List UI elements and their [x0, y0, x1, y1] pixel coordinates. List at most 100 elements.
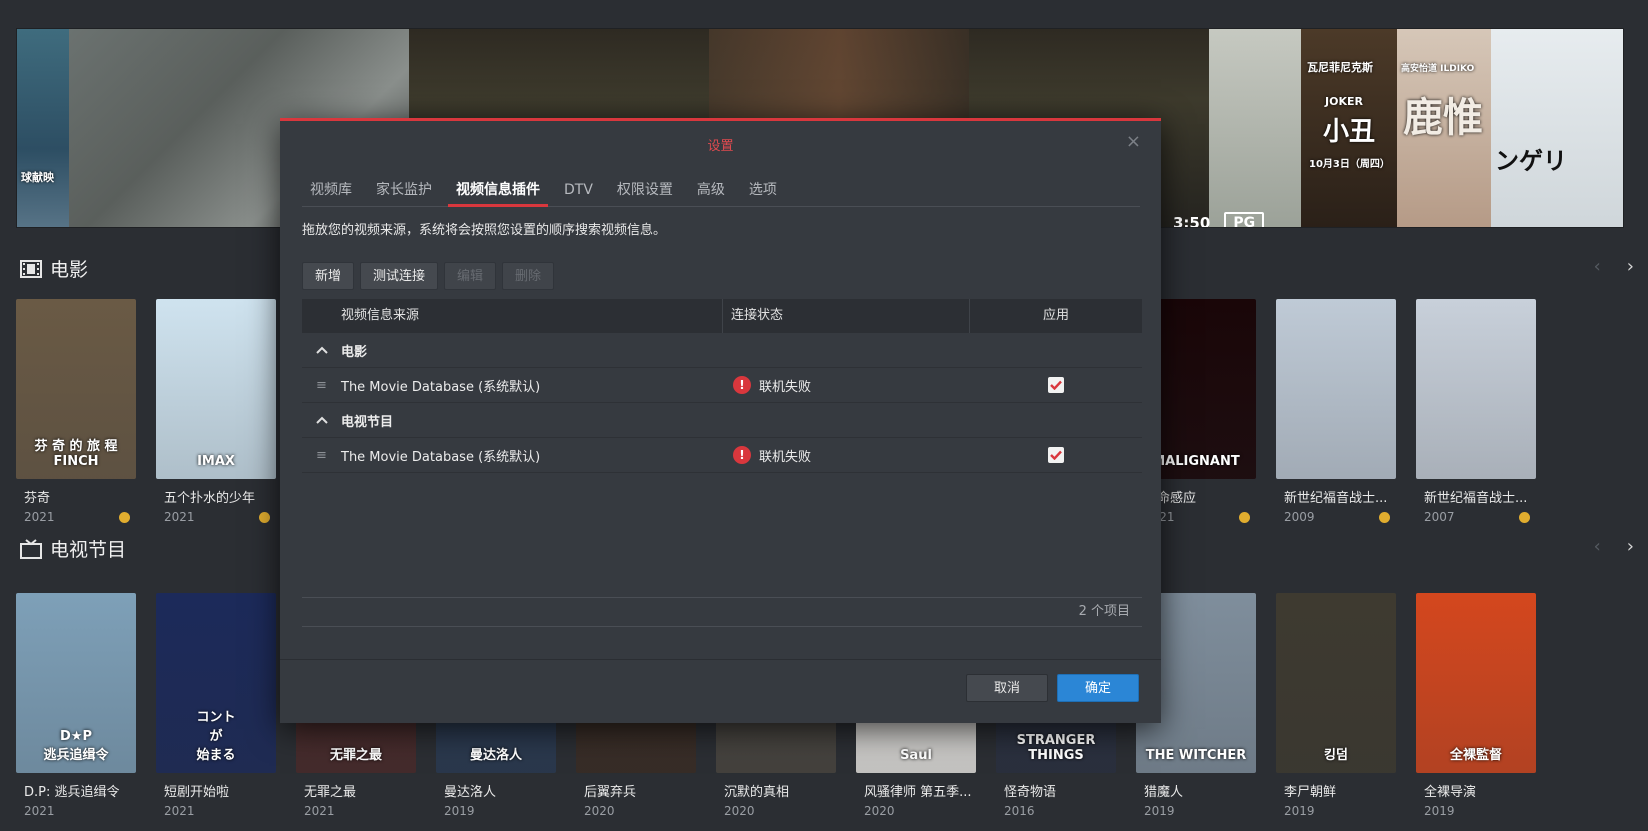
poster-year: 2021 — [16, 510, 136, 524]
column-header-source[interactable]: 视频信息来源 — [302, 299, 723, 333]
tab-video-library[interactable]: 视频库 — [302, 179, 360, 207]
table-row[interactable]: ≡ The Movie Database (系统默认) ! 联机失败 — [302, 438, 1142, 473]
hero-poster-eva: ンゲリ — [1491, 29, 1623, 227]
chevron-up-icon[interactable] — [302, 343, 341, 357]
poster-title[interactable]: 短剧开始啦 — [156, 781, 281, 800]
tab-parental-control[interactable]: 家长监护 — [368, 179, 440, 207]
poster-title[interactable]: 全裸导演 — [1416, 781, 1541, 800]
poster-card[interactable]: 新世纪福音战士... 2007 — [1416, 299, 1536, 524]
tab-dtv[interactable]: DTV — [556, 179, 601, 207]
poster-title[interactable]: 新世纪福音战士... — [1276, 487, 1401, 506]
poster-card[interactable]: 킹덤 李尸朝鲜 2019 — [1276, 593, 1396, 818]
column-header-status[interactable]: 连接状态 — [723, 299, 970, 333]
poster-card[interactable]: 全裸監督 全裸导演 2019 — [1416, 593, 1536, 818]
group-row-tv[interactable]: 电视节目 — [302, 403, 1142, 438]
poster-title[interactable]: 曼达洛人 — [436, 781, 561, 800]
dialog-footer: 取消 确定 — [280, 659, 1161, 723]
tab-metadata-plugins[interactable]: 视频信息插件 — [448, 179, 548, 207]
rating-dot — [259, 512, 270, 523]
tv-next-button[interactable]: › — [1627, 536, 1634, 557]
drag-handle-icon[interactable]: ≡ — [302, 448, 341, 463]
poster-year-text: 2019 — [1424, 804, 1455, 818]
hero-joker-top-text: 瓦尼菲尼克斯 — [1307, 61, 1373, 74]
poster-image[interactable] — [1276, 299, 1396, 479]
apply-checkbox[interactable] — [1048, 447, 1064, 463]
poster-art-text: STRANGER THINGS — [1016, 733, 1096, 763]
poster-year: 2019 — [1276, 804, 1396, 818]
rating-dot — [1519, 512, 1530, 523]
rating-dot — [119, 512, 130, 523]
error-icon: ! — [733, 376, 751, 394]
poster-year: 2019 — [1416, 804, 1536, 818]
source-name: The Movie Database (系统默认) — [341, 449, 541, 465]
poster-year: 2021 — [156, 804, 276, 818]
movies-title-label: 电影 — [50, 259, 89, 281]
apply-cell — [970, 447, 1142, 463]
poster-title[interactable]: 沉默的真相 — [716, 781, 841, 800]
poster-card[interactable]: IMAX 五个扑水的少年 2021 — [156, 299, 276, 524]
poster-year: 2020 — [576, 804, 696, 818]
poster-title[interactable]: 李尸朝鲜 — [1276, 781, 1401, 800]
poster-year: 2016 — [996, 804, 1116, 818]
poster-year-text: 2021 — [24, 510, 55, 524]
poster-card[interactable]: D★P 逃兵追缉令 D.P: 逃兵追缉令 2021 — [16, 593, 136, 818]
poster-title[interactable]: 后翼弃兵 — [576, 781, 701, 800]
poster-image[interactable]: コント が 始まる — [156, 593, 276, 773]
poster-image[interactable] — [1416, 299, 1536, 479]
poster-card[interactable]: 新世纪福音战士... 2009 — [1276, 299, 1396, 524]
column-header-apply[interactable]: 应用 — [970, 299, 1142, 333]
status-text: 联机失败 — [759, 449, 812, 465]
table-row[interactable]: ≡ The Movie Database (系统默认) ! 联机失败 — [302, 368, 1142, 403]
poster-card[interactable]: コント が 始まる 短剧开始啦 2021 — [156, 593, 276, 818]
poster-image[interactable]: IMAX — [156, 299, 276, 479]
add-button[interactable]: 新增 — [302, 262, 355, 290]
connection-status: ! 联机失败 — [723, 376, 970, 395]
test-connection-button[interactable]: 测试连接 — [360, 262, 439, 290]
poster-year: 2021 — [296, 804, 416, 818]
movies-next-button[interactable]: › — [1627, 256, 1634, 277]
group-row-movies[interactable]: 电影 — [302, 333, 1142, 368]
tab-permissions[interactable]: 权限设置 — [609, 179, 681, 207]
chevron-up-icon[interactable] — [302, 413, 341, 427]
status-text: 联机失败 — [759, 379, 812, 395]
group-label: 电影 — [341, 344, 368, 360]
poster-title[interactable]: 无罪之最 — [296, 781, 421, 800]
apply-checkbox[interactable] — [1048, 377, 1064, 393]
poster-title[interactable]: 芬奇 — [16, 487, 141, 506]
tab-options[interactable]: 选项 — [741, 179, 785, 207]
tv-prev-button[interactable]: ‹ — [1594, 536, 1601, 557]
poster-title[interactable]: 风骚律师 第五季... — [856, 781, 981, 800]
grid-header: 视频信息来源 连接状态 应用 — [302, 299, 1142, 333]
poster-image[interactable]: 킹덤 — [1276, 593, 1396, 773]
close-icon[interactable]: × — [1126, 131, 1141, 152]
poster-year-text: 2020 — [724, 804, 755, 818]
delete-button[interactable]: 删除 — [502, 262, 555, 290]
check-icon — [1050, 450, 1062, 460]
film-icon — [20, 259, 42, 278]
tab-advanced[interactable]: 高级 — [689, 179, 733, 207]
poster-year: 2020 — [716, 804, 836, 818]
poster-card[interactable]: 芬 奇 的 旅 程 FINCH 芬奇 2021 — [16, 299, 136, 524]
movies-prev-button[interactable]: ‹ — [1594, 256, 1601, 277]
ok-button[interactable]: 确定 — [1057, 674, 1139, 702]
drag-handle-icon[interactable]: ≡ — [302, 378, 341, 393]
poster-image[interactable]: 全裸監督 — [1416, 593, 1536, 773]
movies-row-nav: ‹ › — [1594, 256, 1634, 277]
poster-year-text: 2021 — [164, 804, 195, 818]
poster-title[interactable]: 新世纪福音战士... — [1416, 487, 1541, 506]
cancel-button[interactable]: 取消 — [966, 674, 1048, 702]
edit-button[interactable]: 编辑 — [444, 262, 497, 290]
poster-art-text: 킹덤 — [1324, 748, 1348, 763]
hero-vertical-top: 高安怡道 ILDIKO — [1401, 64, 1475, 74]
poster-year: 2019 — [436, 804, 556, 818]
poster-title[interactable]: 猎魔人 — [1136, 781, 1261, 800]
poster-title[interactable]: D.P: 逃兵追缉令 — [16, 781, 141, 800]
poster-title[interactable]: 怪奇物语 — [996, 781, 1121, 800]
poster-image[interactable]: D★P 逃兵追缉令 — [16, 593, 136, 773]
hero-joker-date: 10月3日（周四） — [1309, 159, 1390, 170]
poster-image[interactable]: 芬 奇 的 旅 程 FINCH — [16, 299, 136, 479]
poster-art-text: THE WITCHER — [1145, 748, 1247, 763]
poster-title[interactable]: 五个扑水的少年 — [156, 487, 281, 506]
group-label: 电视节目 — [341, 414, 394, 430]
poster-year-text: 2019 — [1284, 804, 1315, 818]
